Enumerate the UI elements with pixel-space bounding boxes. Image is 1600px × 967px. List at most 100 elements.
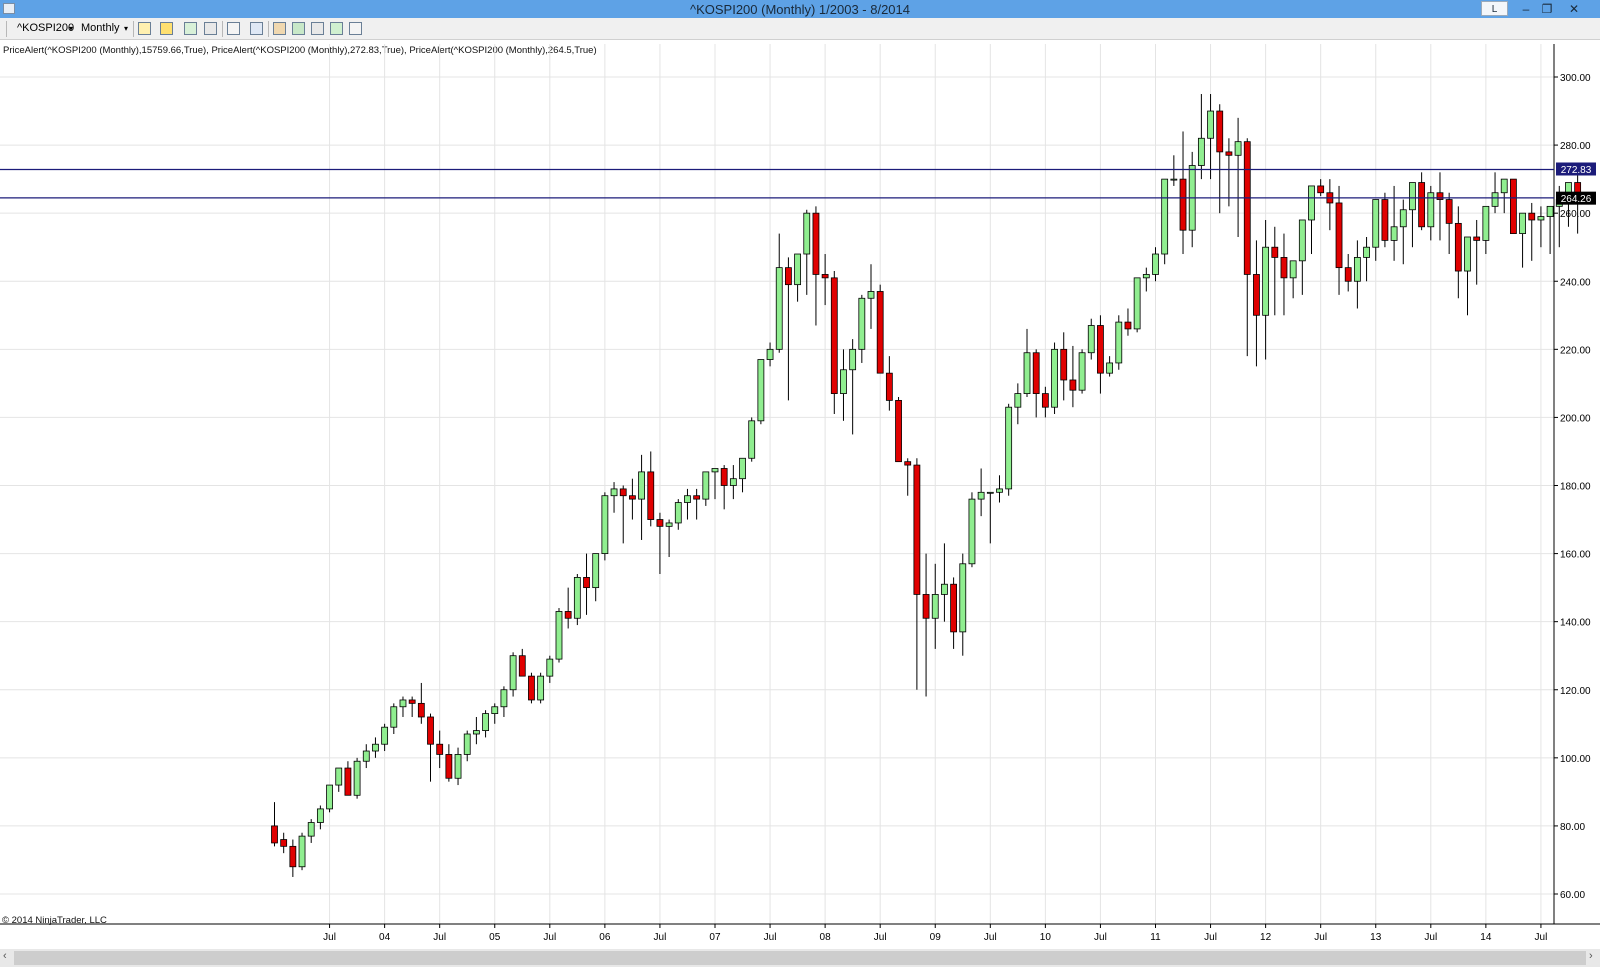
- candle-body: [812, 212, 820, 275]
- y-tick-label: 240.00: [1560, 277, 1591, 288]
- candle-body: [1197, 137, 1205, 166]
- candle-body: [748, 420, 756, 459]
- copyright-label: © 2014 NinjaTrader, LLC: [2, 915, 107, 926]
- candle-body: [1253, 274, 1260, 316]
- candle-body: [1023, 352, 1031, 394]
- x-tick-label: Jul: [654, 932, 667, 943]
- candle-body: [564, 611, 572, 619]
- scroll-left-icon[interactable]: ‹: [3, 950, 7, 962]
- candle-body: [463, 733, 471, 755]
- candle-body: [665, 522, 673, 527]
- candle-body: [1106, 362, 1114, 374]
- candle-body: [794, 253, 801, 286]
- x-tick-label: 04: [379, 932, 391, 943]
- candle-body: [1243, 141, 1251, 275]
- y-tick-label: 100.00: [1560, 754, 1591, 765]
- candle-body: [482, 713, 489, 731]
- candle-body: [399, 699, 407, 708]
- scrollbar-thumb[interactable]: [14, 951, 1586, 965]
- candle-body: [638, 471, 645, 500]
- candle-body: [583, 577, 590, 589]
- candle-body: [353, 760, 361, 796]
- candle-body: [592, 553, 600, 589]
- candle-body: [803, 212, 811, 255]
- scroll-right-icon[interactable]: ›: [1589, 950, 1593, 962]
- candle-body: [372, 743, 379, 752]
- candle-body: [785, 267, 792, 286]
- y-tick-label: 260.00: [1560, 209, 1591, 220]
- candle-body: [528, 675, 535, 701]
- candle-body: [408, 699, 416, 704]
- x-tick-label: Jul: [874, 932, 887, 943]
- candle-body: [1005, 406, 1013, 490]
- candle-body: [509, 655, 517, 691]
- candle-body: [1436, 192, 1444, 200]
- candle-body: [1041, 393, 1049, 408]
- candle-body: [1445, 199, 1453, 224]
- candle-body: [941, 583, 948, 595]
- candle-body: [840, 369, 847, 394]
- candle-body: [1482, 205, 1490, 241]
- x-tick-label: 05: [489, 932, 501, 943]
- x-tick-label: Jul: [543, 932, 556, 943]
- candle-body: [1051, 348, 1058, 408]
- candle-body: [1014, 393, 1022, 408]
- candle-body: [280, 839, 288, 847]
- x-tick-label: Jul: [984, 932, 997, 943]
- candle-body: [1087, 325, 1095, 354]
- y-tick-label: 220.00: [1560, 345, 1591, 356]
- candle-body: [1289, 260, 1297, 279]
- candle-body: [702, 471, 710, 500]
- candle-body: [316, 808, 324, 823]
- candle-body: [1344, 267, 1352, 282]
- y-tick-label: 200.00: [1560, 413, 1591, 424]
- candle-body: [1418, 182, 1426, 228]
- candle-body: [1032, 352, 1040, 394]
- candle-body: [739, 457, 746, 480]
- candle-body: [298, 835, 306, 868]
- candle-body: [1399, 209, 1407, 228]
- price-chart[interactable]: 300.00 280.00 260.00 240.00 220.00 200.00 180.…: [0, 0, 1600, 949]
- candle-body: [1372, 199, 1380, 248]
- price-label: 272.83: [1561, 165, 1592, 176]
- candle-body: [922, 594, 930, 619]
- candle-body: [1464, 236, 1471, 272]
- candle-body: [445, 754, 453, 779]
- candle-body: [1491, 192, 1499, 207]
- candle-body: [417, 702, 425, 718]
- candle-body: [454, 754, 462, 779]
- candle-body: [996, 488, 1003, 493]
- candle-body: [491, 706, 499, 714]
- candle-body: [1133, 277, 1141, 330]
- candle-body: [1060, 348, 1068, 381]
- candle-body: [610, 488, 618, 497]
- candle-body: [931, 594, 939, 619]
- candle-body: [1409, 182, 1416, 211]
- candle-body: [362, 750, 370, 762]
- candle-body: [775, 267, 783, 350]
- candle-body: [546, 658, 554, 677]
- x-tick-label: Jul: [1204, 932, 1217, 943]
- y-tick-label: 80.00: [1560, 822, 1585, 833]
- candle-body: [968, 498, 976, 565]
- x-tick-label: 09: [930, 932, 942, 943]
- candle-body: [1537, 216, 1545, 221]
- candle-body: [518, 655, 526, 677]
- candle-body: [1298, 219, 1306, 262]
- candle-body: [849, 348, 857, 371]
- candle-body: [1069, 379, 1077, 391]
- candle-body: [1317, 185, 1325, 194]
- x-tick-label: Jul: [433, 932, 446, 943]
- candle-body: [693, 495, 701, 500]
- candle-body: [629, 495, 636, 500]
- candle-body: [684, 495, 691, 503]
- candle-body: [656, 519, 664, 527]
- candle-body: [977, 491, 985, 500]
- candle-body: [1124, 321, 1132, 330]
- candle-body: [1509, 178, 1517, 234]
- candle-body: [821, 274, 829, 279]
- candle-body: [537, 675, 545, 701]
- candle-body: [1454, 222, 1462, 272]
- x-tick-label: Jul: [1094, 932, 1107, 943]
- candle-body: [1207, 110, 1214, 139]
